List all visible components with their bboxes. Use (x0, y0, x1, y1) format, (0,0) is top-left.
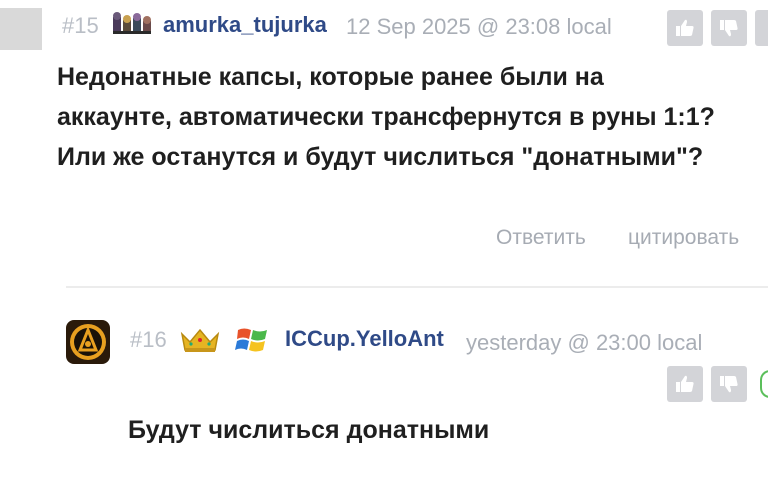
post-timestamp: yesterday @ 23:00 local (466, 330, 703, 355)
biohazard-avatar-icon[interactable] (66, 320, 110, 364)
post-timestamp: 12 Sep 2025 @ 23:08 local (346, 14, 612, 39)
like-button[interactable] (667, 366, 703, 402)
user-avatar[interactable] (0, 8, 42, 50)
username-link[interactable]: amurka_tujurka (163, 12, 327, 38)
post-divider (66, 286, 768, 288)
post-body-line: аккаунте, автоматически трансфернутся в … (57, 103, 715, 131)
thumbs-down-icon (720, 20, 738, 37)
crown-icon (180, 326, 220, 354)
thumbs-up-icon (676, 375, 694, 392)
post-body: Недонатные капсы, которые ранее были на … (57, 57, 768, 177)
team-badge-icon (112, 11, 152, 37)
dislike-button[interactable] (711, 366, 747, 402)
thumbs-up-icon (676, 19, 694, 36)
more-button[interactable] (755, 10, 768, 46)
online-indicator (760, 370, 768, 398)
post-number[interactable]: #15 (62, 13, 99, 39)
quote-link[interactable]: цитировать (628, 226, 739, 250)
like-button[interactable] (667, 10, 703, 46)
post-body-line: Будут числиться донатными (128, 416, 490, 444)
post-number[interactable]: #16 (130, 327, 167, 353)
windows-logo-icon (234, 324, 272, 356)
reply-link[interactable]: Ответить (496, 226, 586, 250)
dislike-button[interactable] (711, 10, 747, 46)
post-body-line: Недонатные капсы, которые ранее были на (57, 63, 604, 91)
thumbs-down-icon (720, 376, 738, 393)
post-body: Будут числиться донатными (128, 410, 489, 450)
post-body-line: Или же останутся и будут числиться "дона… (57, 143, 704, 171)
username-link[interactable]: ICCup.YelloAnt (285, 326, 444, 352)
